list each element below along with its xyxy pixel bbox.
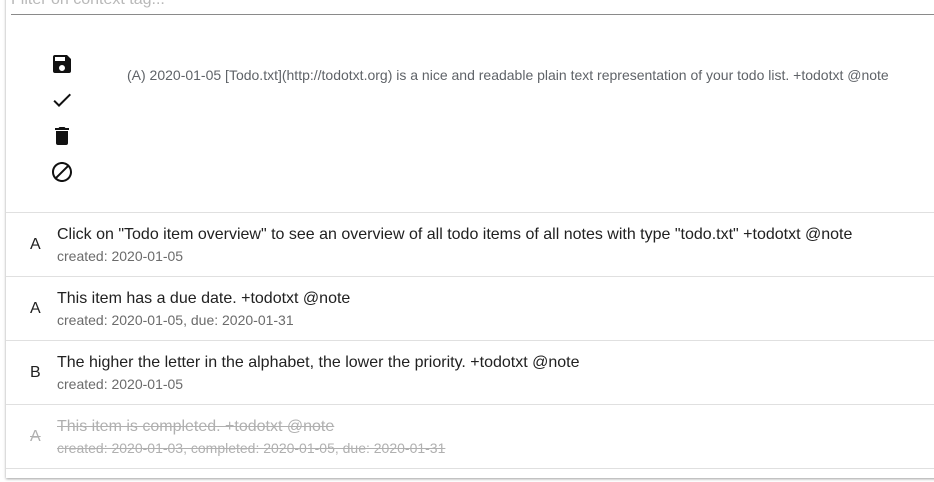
todo-meta: created: 2020-01-03, completed: 2020-01-… xyxy=(57,440,446,456)
todo-priority: A xyxy=(30,236,41,253)
todo-meta: created: 2020-01-05 xyxy=(57,248,184,264)
todo-text: This item is completed. +todotxt @note xyxy=(57,418,335,435)
todo-text: The higher the letter in the alphabet, t… xyxy=(57,354,580,371)
todo-priority: A xyxy=(30,300,41,317)
context-filter xyxy=(11,0,934,15)
editor-todo-text[interactable]: (A) 2020-01-05 [Todo.txt](http://todotxt… xyxy=(127,67,889,83)
todo-card: (A) 2020-01-05 [Todo.txt](http://todotxt… xyxy=(6,0,934,478)
todo-text: This item has a due date. +todotxt @note xyxy=(57,290,351,307)
check-icon[interactable] xyxy=(50,88,76,114)
todo-meta: created: 2020-01-05, due: 2020-01-31 xyxy=(57,312,294,328)
todo-list: A Click on "Todo item overview" to see a… xyxy=(6,213,934,469)
todo-item[interactable]: A Click on "Todo item overview" to see a… xyxy=(6,213,934,277)
todo-item-completed[interactable]: A This item is completed. +todotxt @note… xyxy=(6,405,934,469)
save-icon[interactable] xyxy=(50,52,76,78)
cancel-icon[interactable] xyxy=(50,160,76,186)
todo-priority: A xyxy=(30,428,41,445)
context-filter-input[interactable] xyxy=(11,0,934,10)
todo-item[interactable]: B The higher the letter in the alphabet,… xyxy=(6,341,934,405)
todo-item[interactable]: A This item has a due date. +todotxt @no… xyxy=(6,277,934,341)
todo-priority: B xyxy=(30,364,41,381)
todo-editor: (A) 2020-01-05 [Todo.txt](http://todotxt… xyxy=(6,14,934,213)
todo-meta: created: 2020-01-05 xyxy=(57,376,184,392)
todo-text: Click on "Todo item overview" to see an … xyxy=(57,226,853,243)
editor-actions xyxy=(50,52,76,196)
delete-icon[interactable] xyxy=(50,124,76,150)
